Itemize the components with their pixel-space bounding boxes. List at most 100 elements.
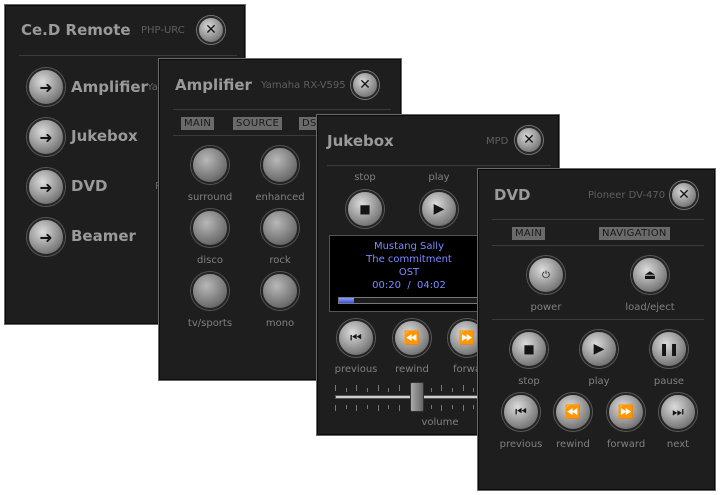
tab-main[interactable]: MAIN bbox=[512, 227, 546, 240]
volume-thumb[interactable] bbox=[409, 382, 424, 412]
play-icon: ▶ bbox=[433, 201, 445, 217]
divider bbox=[492, 319, 704, 320]
power-icon: ⏻ bbox=[542, 269, 550, 281]
arrow-right-icon[interactable]: ➜ bbox=[27, 118, 65, 156]
remote-subtitle: PHP-URC bbox=[141, 25, 185, 36]
fast-forward-icon: ⏩ bbox=[617, 404, 635, 420]
arrow-right-icon[interactable]: ➜ bbox=[27, 68, 65, 106]
load-eject-button[interactable]: ⏏ bbox=[631, 256, 669, 294]
skip-next-icon: ⏭ bbox=[672, 404, 684, 420]
remote-title: Ce.D Remote bbox=[21, 21, 131, 39]
close-icon: ✕ bbox=[678, 187, 690, 203]
volume-tick bbox=[378, 385, 379, 391]
play-button[interactable]: ▶ bbox=[580, 330, 618, 368]
amplifier-subtitle: Yamaha RX-V595 bbox=[261, 80, 346, 91]
device-sub: Ya bbox=[147, 82, 158, 93]
surround-label: surround bbox=[187, 192, 233, 203]
volume-tick bbox=[335, 405, 336, 411]
next-label: next bbox=[666, 439, 690, 450]
jukebox-subtitle: MPD bbox=[486, 136, 509, 147]
volume-tick bbox=[346, 405, 347, 409]
volume-tick bbox=[388, 405, 389, 409]
stop-label: stop bbox=[354, 172, 376, 183]
tab-navigation[interactable]: NAVIGATION bbox=[599, 227, 670, 240]
device-label: DVD bbox=[71, 177, 108, 195]
previous-button[interactable]: ⏮ bbox=[502, 393, 540, 431]
play-label: play bbox=[428, 172, 450, 183]
close-icon: ✕ bbox=[205, 22, 217, 38]
rewind-button[interactable]: ⏪ bbox=[393, 319, 431, 357]
stop-button[interactable]: ■ bbox=[510, 330, 548, 368]
rock-label: rock bbox=[269, 255, 291, 266]
device-label: Amplifier bbox=[71, 78, 148, 96]
pause-label: pause bbox=[653, 376, 685, 387]
volume-slider[interactable] bbox=[335, 381, 485, 417]
jukebox-title: Jukebox bbox=[327, 132, 394, 150]
divider bbox=[19, 55, 237, 56]
dvd-window: DVD Pioneer DV-470 ✕ MAIN NAVIGATION ⏻ p… bbox=[477, 168, 716, 491]
volume-tick bbox=[431, 405, 432, 409]
volume-tick bbox=[367, 405, 368, 409]
stop-icon: ■ bbox=[523, 342, 535, 356]
device-label: Beamer bbox=[71, 227, 136, 245]
enhanced-label: enhanced bbox=[255, 192, 305, 203]
divider bbox=[173, 109, 391, 110]
divider bbox=[492, 219, 704, 220]
amplifier-close-button[interactable]: ✕ bbox=[351, 71, 379, 99]
track-album: The commitment bbox=[366, 254, 452, 265]
power-label: power bbox=[530, 302, 562, 313]
volume-label: volume bbox=[421, 417, 459, 428]
stop-button[interactable]: ■ bbox=[346, 190, 384, 228]
amplifier-title: Amplifier bbox=[175, 76, 252, 94]
disco-button[interactable] bbox=[191, 209, 229, 247]
power-button[interactable]: ⏻ bbox=[527, 256, 565, 294]
divider bbox=[492, 245, 704, 246]
dvd-title: DVD bbox=[494, 186, 531, 204]
divider bbox=[327, 165, 551, 166]
volume-tick bbox=[346, 388, 347, 392]
time-separator: / bbox=[407, 280, 411, 291]
duration-time: 04:02 bbox=[417, 280, 446, 291]
dvd-subtitle: Pioneer DV-470 bbox=[588, 190, 666, 201]
pause-button[interactable]: ❚❚ bbox=[650, 330, 688, 368]
arrow-right-icon[interactable]: ➜ bbox=[27, 168, 65, 206]
dvd-close-button[interactable]: ✕ bbox=[670, 181, 698, 209]
tv-sports-button[interactable] bbox=[191, 272, 229, 310]
mono-button[interactable] bbox=[261, 272, 299, 310]
tab-source[interactable]: SOURCE bbox=[233, 117, 283, 130]
volume-tick bbox=[441, 385, 442, 391]
play-icon: ▶ bbox=[593, 341, 605, 357]
volume-tick bbox=[452, 388, 453, 392]
rewind-button[interactable]: ⏪ bbox=[554, 393, 592, 431]
pause-icon: ❚❚ bbox=[658, 342, 680, 356]
previous-button[interactable]: ⏮ bbox=[337, 319, 375, 357]
volume-tick bbox=[431, 388, 432, 392]
track-title: Mustang Sally bbox=[373, 241, 445, 252]
skip-previous-icon: ⏮ bbox=[515, 404, 527, 420]
volume-tick bbox=[399, 405, 400, 411]
volume-tick bbox=[463, 405, 464, 411]
volume-tick bbox=[463, 385, 464, 391]
next-button[interactable]: ⏭ bbox=[659, 393, 697, 431]
tab-main[interactable]: MAIN bbox=[181, 117, 215, 130]
eject-icon: ⏏ bbox=[643, 267, 657, 283]
arrow-right-icon[interactable]: ➜ bbox=[27, 218, 65, 256]
volume-tick bbox=[378, 405, 379, 411]
play-label: play bbox=[588, 376, 610, 387]
enhanced-button[interactable] bbox=[261, 146, 299, 184]
surround-button[interactable] bbox=[191, 146, 229, 184]
skip-previous-icon: ⏮ bbox=[350, 330, 362, 346]
volume-tick bbox=[356, 405, 357, 411]
jukebox-close-button[interactable]: ✕ bbox=[515, 126, 543, 154]
track-progress-bar[interactable] bbox=[338, 297, 486, 304]
remote-close-button[interactable]: ✕ bbox=[197, 16, 225, 44]
volume-tick bbox=[452, 405, 453, 409]
now-playing-display: Mustang Sally The commitment OST 00:20 /… bbox=[329, 235, 489, 312]
volume-tick bbox=[367, 388, 368, 392]
play-button[interactable]: ▶ bbox=[420, 190, 458, 228]
rock-button[interactable] bbox=[261, 209, 299, 247]
elapsed-time: 00:20 bbox=[372, 280, 401, 291]
close-icon: ✕ bbox=[359, 77, 371, 93]
fast-forward-icon: ⏩ bbox=[458, 330, 476, 346]
forward-button[interactable]: ⏩ bbox=[607, 393, 645, 431]
